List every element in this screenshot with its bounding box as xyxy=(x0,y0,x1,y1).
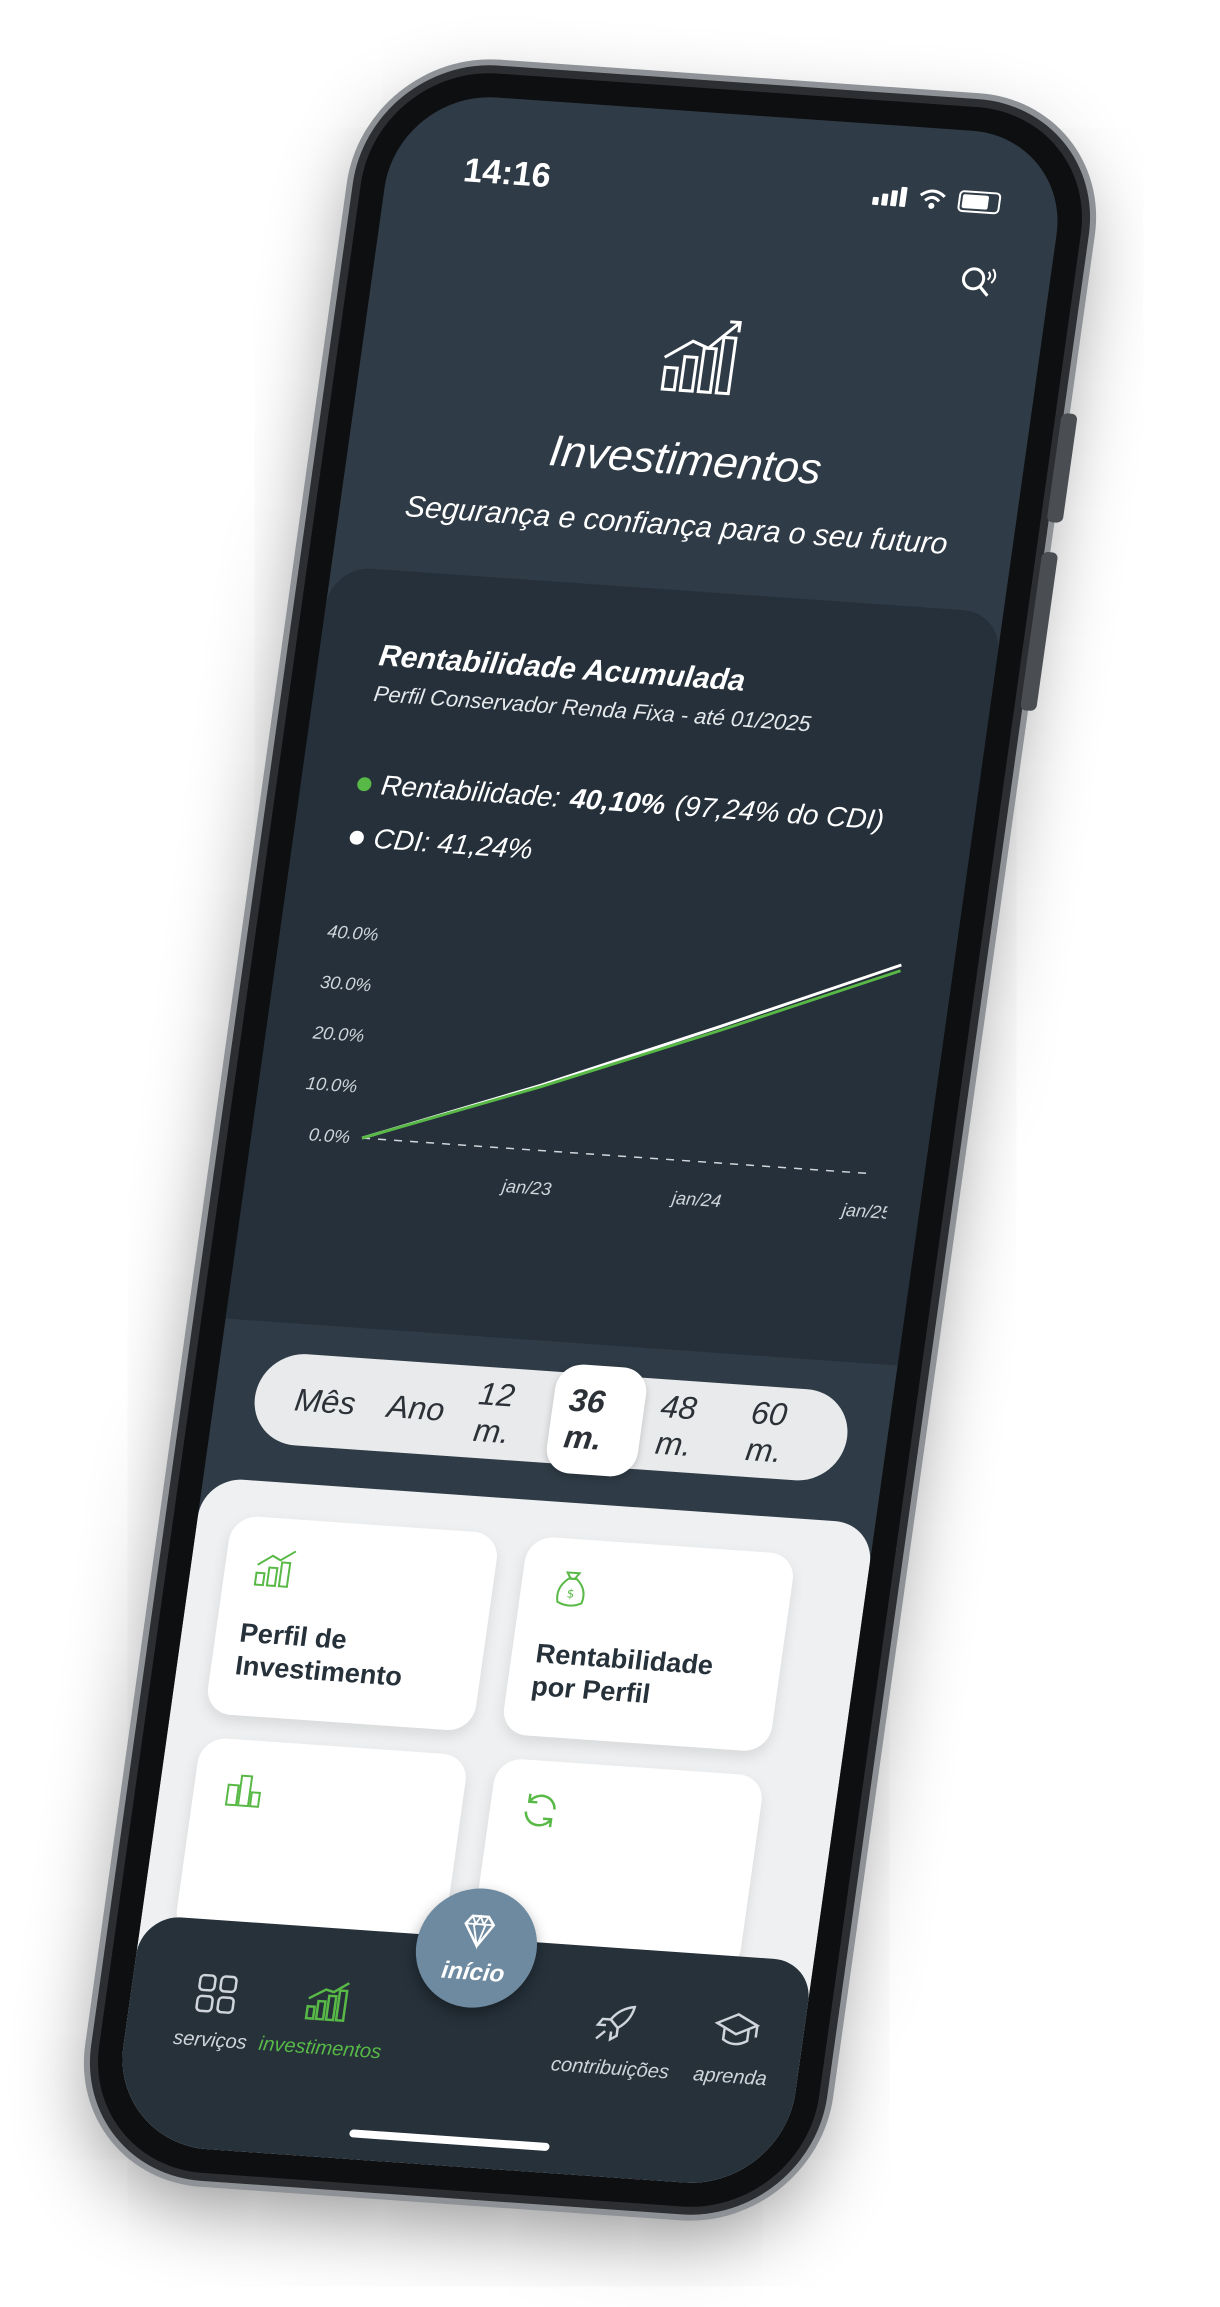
y-tick-label: 40.0% xyxy=(326,921,380,944)
home-button[interactable]: início xyxy=(408,1884,545,2012)
money-bag-icon: $ xyxy=(556,1571,585,1607)
growth-chart-icon xyxy=(304,1982,350,2023)
nav-label: aprenda xyxy=(691,2063,769,2091)
signal-icon xyxy=(871,185,908,208)
tile-label xyxy=(202,1903,430,1919)
zero-baseline xyxy=(361,1137,873,1175)
tile-label: Perfil de Investimento xyxy=(233,1617,405,1692)
nav-label: investimentos xyxy=(257,2032,383,2064)
wifi-icon xyxy=(919,189,946,209)
investment-growth-icon xyxy=(660,320,742,396)
period-option-48m[interactable]: 48 m. xyxy=(635,1369,741,1484)
tile-return-by-profile[interactable]: $ Rentabilidade por Perfil xyxy=(500,1535,797,1753)
tile-label: Rentabilidade por Perfil xyxy=(529,1638,716,1709)
x-tick-label: jan/24 xyxy=(668,1188,723,1211)
legend-rentabilidade: Rentabilidade: 40,10% (97,24% do CDI) xyxy=(355,768,886,837)
accumulated-return-card: Rentabilidade Acumulada Perfil Conservad… xyxy=(225,565,1004,1366)
card-subtitle: Perfil Conservador Renda Fixa - até 01/2… xyxy=(372,681,813,737)
volume-button xyxy=(1020,551,1059,712)
legend-rentabilidade-value: 40,10% xyxy=(568,782,668,821)
legend-rentabilidade-prefix: Rentabilidade: xyxy=(379,769,563,813)
chart-coins-icon xyxy=(253,1550,297,1588)
x-tick-label: jan/25 xyxy=(838,1200,894,1223)
status-bar: 14:16 xyxy=(460,151,1002,232)
nav-item-contribuicoes[interactable]: contribuições xyxy=(543,1994,685,2085)
legend-cdi: CDI: 41,24% xyxy=(348,821,535,865)
period-option-year[interactable]: Ano xyxy=(366,1369,465,1448)
nav-label: contribuições xyxy=(549,2053,671,2084)
side-button xyxy=(1046,412,1078,524)
tile-investment-profile[interactable]: Perfil de Investimento xyxy=(204,1514,501,1732)
y-tick-label: 0.0% xyxy=(308,1124,352,1147)
status-icons xyxy=(871,184,1002,215)
nav-item-aprenda[interactable]: aprenda xyxy=(663,2002,805,2093)
returns-line-chart: 40.0% 30.0% 20.0% 10.0% 0.0% jan/23 jan/24 jan/… xyxy=(305,921,902,1223)
battery-icon xyxy=(956,189,1002,215)
y-tick-label: 30.0% xyxy=(319,972,373,995)
phone-device: 14:16 Investimentos Segurança e confianç… xyxy=(82,65,1098,2215)
bottom-navigation: serviços investimentos início contribuiç… xyxy=(109,1884,814,2190)
nav-item-investimentos[interactable]: investimentos xyxy=(253,1973,395,2064)
period-option-month[interactable]: Mês xyxy=(274,1362,377,1441)
graduation-cap-icon xyxy=(714,2013,761,2046)
voice-search-icon xyxy=(961,267,997,297)
period-option-12m[interactable]: 12 m. xyxy=(453,1356,559,1471)
home-label: início xyxy=(439,1956,507,1988)
svg-text:$: $ xyxy=(566,1586,576,1600)
legend-green-dot xyxy=(356,776,373,792)
legend-rentabilidade-suffix: (97,24% do CDI) xyxy=(673,790,887,836)
y-tick-label: 10.0% xyxy=(305,1073,359,1096)
home-indicator xyxy=(348,2129,550,2152)
period-option-60m[interactable]: 60 m. xyxy=(725,1376,831,1491)
grid-icon xyxy=(195,1973,238,2014)
status-time: 14:16 xyxy=(461,151,554,196)
period-selector: Mês Ano 12 m. 36 m. 48 m. 60 m. xyxy=(248,1351,854,1484)
stage: 14:16 Investimentos Segurança e confianç… xyxy=(0,0,1220,2307)
phone-screen: 14:16 Investimentos Segurança e confianç… xyxy=(109,90,1071,2190)
legend-white-dot xyxy=(348,830,365,846)
x-tick-label: jan/23 xyxy=(498,1176,553,1199)
y-tick-label: 20.0% xyxy=(311,1022,366,1045)
legend-cdi-label: CDI: 41,24% xyxy=(371,823,535,865)
refresh-icon xyxy=(524,1793,556,1828)
rocket-icon xyxy=(595,2005,637,2042)
period-option-36m[interactable]: 36 m. xyxy=(543,1362,651,1479)
hero-section: Investimentos Segurança e confiança para… xyxy=(338,289,1042,567)
diamond-icon xyxy=(464,1914,496,1950)
accessibility-voice-button[interactable] xyxy=(952,260,1002,307)
series-line-cdi xyxy=(361,963,902,1140)
bar-chart-doc-icon xyxy=(224,1774,262,1808)
